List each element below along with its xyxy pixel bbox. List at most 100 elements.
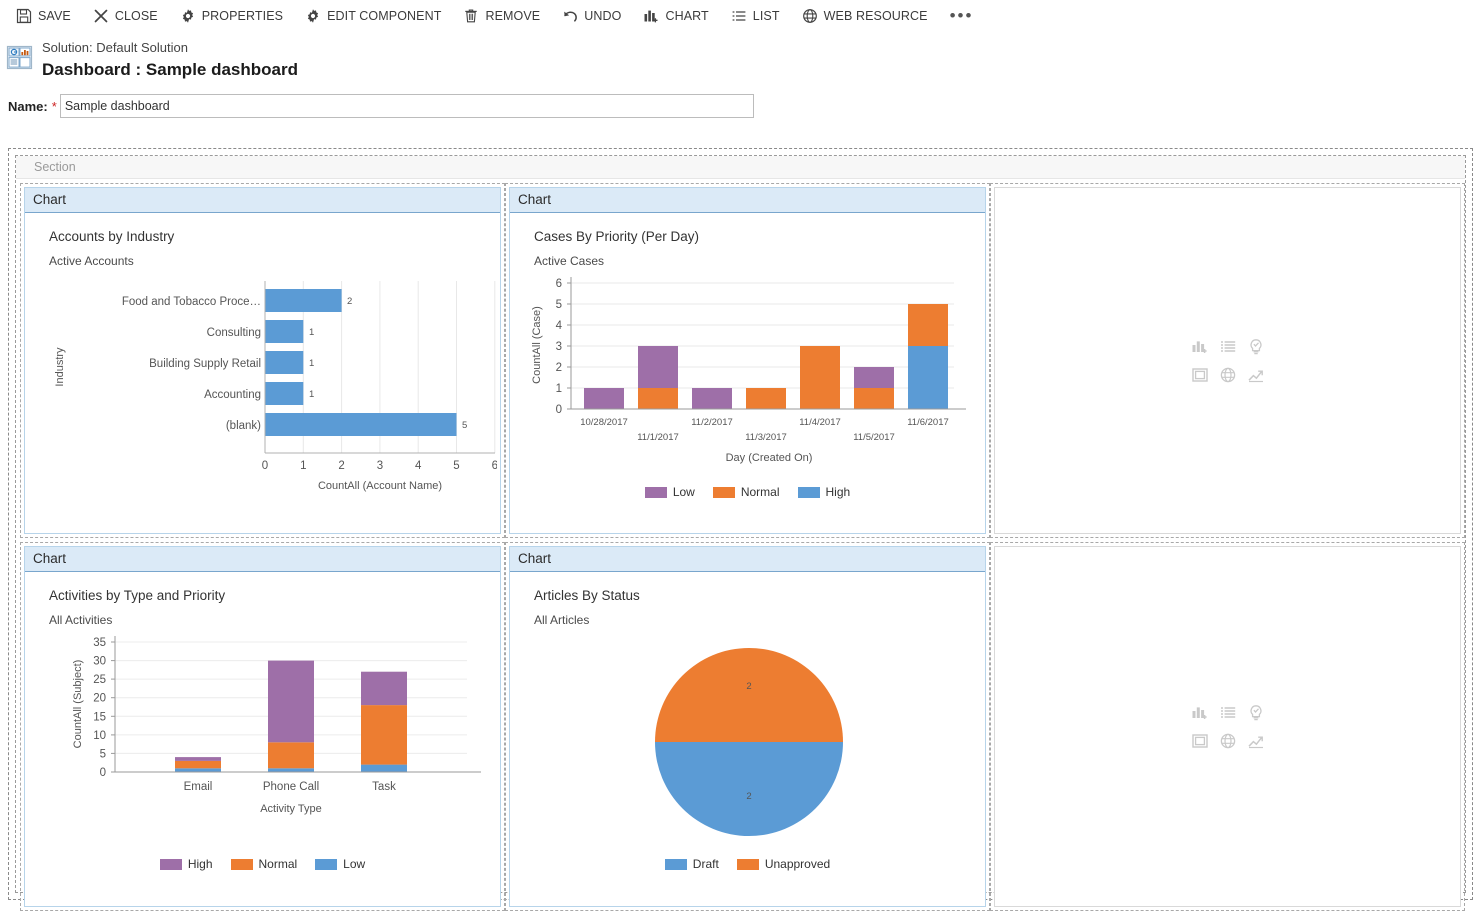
chart-plot-cases-by-priority: 6 5 4 3 2 1 0 10/28/2017 11/1/2017 11/2/… [514, 271, 984, 486]
list-icon[interactable] [1214, 333, 1242, 361]
dashboard-cell-empty-2[interactable] [990, 542, 1465, 911]
bar-seg-normal-3 [746, 388, 786, 409]
timeline-trend-icon[interactable] [1242, 727, 1270, 755]
dashboard-cell-chart-1[interactable]: Chart Accounts by Industry Active Accoun… [20, 183, 505, 538]
list-button-label: LIST [753, 9, 780, 23]
dashboard-cell-chart-4[interactable]: Chart Articles By Status All Articles 2 … [505, 542, 990, 911]
web-resource-globe-icon[interactable] [1214, 361, 1242, 389]
edit-component-button[interactable]: EDIT COMPONENT [295, 4, 451, 28]
ytick-3: 3 [556, 341, 562, 353]
save-button-label: SAVE [38, 9, 71, 23]
remove-button[interactable]: REMOVE [453, 4, 550, 28]
chart-panel-articles-by-status[interactable]: Chart Articles By Status All Articles 2 … [509, 546, 986, 907]
bar-label-0: 2 [347, 296, 352, 307]
iframe-icon[interactable] [1186, 361, 1214, 389]
x-axis-title: Day (Created On) [726, 452, 813, 464]
bar-seg-low-5 [854, 367, 894, 388]
xtick-0: Email [184, 781, 213, 793]
bar-seg-normal-4 [800, 346, 840, 409]
web-resource-button[interactable]: WEB RESOURCE [792, 4, 938, 28]
bar-seg-high-6 [908, 346, 948, 409]
legend-item-high[interactable]: High [160, 857, 213, 871]
chart-body: Articles By Status All Articles 2 2 [510, 572, 985, 906]
empty-component-panel[interactable] [994, 187, 1461, 534]
solution-label: Solution: Default Solution [42, 40, 298, 56]
legend-item-high[interactable]: High [798, 485, 851, 499]
timeline-trend-icon[interactable] [1242, 361, 1270, 389]
web-resource-globe-icon[interactable] [1214, 727, 1242, 755]
section-label: Section [16, 156, 1465, 179]
bar-label-1: 1 [309, 327, 314, 338]
name-input[interactable] [60, 94, 754, 118]
y-axis-title: CountAll (Subject) [72, 660, 84, 749]
ytick-6: 6 [556, 278, 562, 290]
legend-label-high: High [826, 485, 851, 499]
close-icon [93, 8, 109, 24]
legend-item-normal[interactable]: Normal [713, 485, 780, 499]
bar-seg-low-0 [584, 388, 624, 409]
chart-panel-activities-by-type[interactable]: Chart Activities by Type and Priority Al… [24, 546, 501, 907]
save-button[interactable]: SAVE [6, 4, 81, 28]
legend-item-unapproved[interactable]: Unapproved [737, 857, 830, 871]
list-icon[interactable] [1214, 699, 1242, 727]
ytick-1: Consulting [207, 327, 261, 339]
bar-seg-normal-email [175, 761, 221, 768]
xtick-1: 1 [300, 460, 306, 472]
bar-seg-normal-6 [908, 304, 948, 346]
ytick-1: 1 [556, 383, 562, 395]
panel-header-label: Chart [510, 188, 985, 213]
add-chart-icon[interactable] [1186, 699, 1214, 727]
x-axis-title: CountAll (Account Name) [318, 480, 442, 492]
legend-item-draft[interactable]: Draft [665, 857, 719, 871]
section-grid: Chart Accounts by Industry Active Accoun… [16, 179, 1465, 892]
gear-icon [180, 8, 196, 24]
panel-header-label: Chart [510, 547, 985, 572]
name-label: Name: [8, 99, 48, 114]
list-button[interactable]: LIST [721, 4, 790, 28]
xtick-0: 0 [262, 460, 268, 472]
add-chart-icon[interactable] [1186, 333, 1214, 361]
undo-button[interactable]: UNDO [552, 4, 631, 28]
bar-blank [265, 413, 457, 436]
ytick-0: 0 [556, 404, 562, 416]
bar-seg-normal-task [361, 705, 407, 765]
chart-button[interactable]: CHART [633, 4, 718, 28]
legend-swatch-high [160, 859, 182, 870]
required-indicator: * [52, 99, 57, 114]
legend-item-normal[interactable]: Normal [231, 857, 298, 871]
legend-label-low: Low [673, 485, 695, 499]
chart-panel-cases-by-priority[interactable]: Chart Cases By Priority (Per Day) Active… [509, 187, 986, 534]
dashboard-section[interactable]: Section Chart Accounts by Industry Activ… [15, 155, 1466, 893]
chart-legend: Low Normal High [510, 485, 985, 499]
dashboard-cell-chart-2[interactable]: Chart Cases By Priority (Per Day) Active… [505, 183, 990, 538]
iframe-icon[interactable] [1186, 727, 1214, 755]
assistant-lightbulb-icon[interactable] [1242, 333, 1270, 361]
panel-header-label: Chart [25, 547, 500, 572]
legend-item-low[interactable]: Low [645, 485, 695, 499]
pie-label-draft: 2 [746, 791, 751, 802]
dashboard-cell-empty-1[interactable] [990, 183, 1465, 538]
xtick-5: 5 [453, 460, 459, 472]
chart-panel-accounts-by-industry[interactable]: Chart Accounts by Industry Active Accoun… [24, 187, 501, 534]
ytick-6: 30 [93, 656, 106, 668]
legend-label-draft: Draft [693, 857, 719, 871]
bar-seg-normal-phone [268, 742, 314, 768]
bar-seg-low-email [175, 768, 221, 772]
assistant-lightbulb-icon[interactable] [1242, 699, 1270, 727]
properties-button[interactable]: PROPERTIES [170, 4, 293, 28]
xtick-6: 6 [492, 460, 497, 472]
legend-item-low[interactable]: Low [315, 857, 365, 871]
close-button[interactable]: CLOSE [83, 4, 168, 28]
dashboard-cell-chart-3[interactable]: Chart Activities by Type and Priority Al… [20, 542, 505, 911]
chart-plot-accounts-by-industry: 2 1 1 1 5 Food and Tobacco Proce… Consul… [27, 271, 497, 511]
chart-body: Activities by Type and Priority All Acti… [25, 572, 500, 906]
chart-button-label: CHART [665, 9, 708, 23]
xtick-5: 11/5/2017 [853, 432, 895, 443]
xtick-4: 11/4/2017 [799, 417, 841, 428]
command-bar: SAVE CLOSE PROPERTIES EDIT COMPONENT REM… [0, 0, 1481, 32]
empty-component-panel[interactable] [994, 546, 1461, 907]
overflow-menu-button[interactable]: ••• [940, 7, 984, 25]
xtick-4: 4 [415, 460, 422, 472]
bar-seg-high-phone [268, 661, 314, 743]
x-axis-title: Activity Type [260, 803, 322, 815]
